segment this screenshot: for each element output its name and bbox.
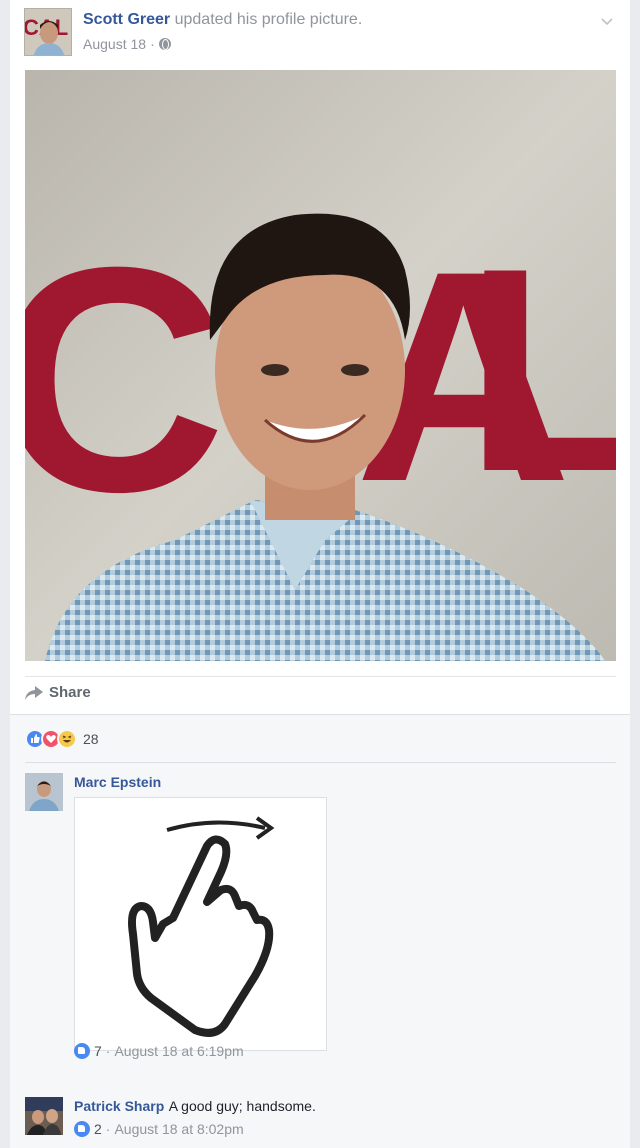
commenter-avatar[interactable] (25, 1097, 63, 1135)
meta-separator: · (150, 36, 155, 52)
comment-timestamp[interactable]: August 18 at 6:19pm (114, 1043, 243, 1059)
share-button[interactable]: Share (25, 684, 91, 701)
comment-timestamp[interactable]: August 18 at 8:02pm (114, 1121, 243, 1137)
reaction-count: 28 (83, 731, 99, 747)
comment-meta: 2 · August 18 at 8:02pm (74, 1121, 244, 1137)
globe-icon (158, 38, 171, 50)
author-avatar[interactable]: CAL (24, 8, 72, 56)
post-headline: Scott Greer updated his profile picture. (83, 11, 362, 29)
haha-icon (57, 729, 77, 749)
reactions-summary[interactable]: 28 (25, 729, 99, 749)
post-card: CAL Scott Greer updated his profile pict… (10, 0, 630, 1148)
comment-text: A good guy; handsome. (168, 1098, 316, 1114)
comment-meta-separator: · (105, 1121, 111, 1137)
comment-meta-separator: · (105, 1043, 111, 1059)
swipe-hand-sticker[interactable] (74, 797, 327, 1051)
comment-patrick-sharp: Patrick Sharp A good guy; handsome. 2 · … (25, 1097, 616, 1145)
comment-like-icon (74, 1043, 90, 1059)
comments-divider (25, 762, 616, 763)
comment-like-count[interactable]: 7 (94, 1043, 102, 1059)
post-action-text: updated his profile picture. (174, 11, 363, 28)
post-meta: August 18 · (83, 36, 171, 52)
comment-marc-epstein: Marc Epstein 7 · August 18 at 6:19pm (25, 773, 616, 1083)
chevron-down-icon[interactable] (600, 14, 614, 28)
wall-letter-c: C (25, 200, 226, 558)
wall-letter-l: L (465, 208, 616, 532)
comment-meta: 7 · August 18 at 6:19pm (74, 1043, 244, 1059)
commenter-name-link[interactable]: Patrick Sharp (74, 1098, 164, 1114)
commenter-avatar[interactable] (25, 773, 63, 811)
share-label: Share (49, 684, 91, 701)
author-name-link[interactable]: Scott Greer (83, 11, 170, 28)
comments-section: 28 Marc Epstein 7 · August 18 at 6:19pm … (10, 714, 630, 1148)
post-date-link[interactable]: August 18 (83, 36, 146, 52)
share-arrow-icon (25, 685, 43, 700)
commenter-name-link[interactable]: Marc Epstein (74, 774, 161, 790)
comment-like-icon (74, 1121, 90, 1137)
comment-like-count[interactable]: 2 (94, 1121, 102, 1137)
post-divider (25, 676, 616, 677)
post-header: CAL Scott Greer updated his profile pict… (24, 8, 616, 58)
profile-photo[interactable]: C A L (25, 70, 616, 661)
